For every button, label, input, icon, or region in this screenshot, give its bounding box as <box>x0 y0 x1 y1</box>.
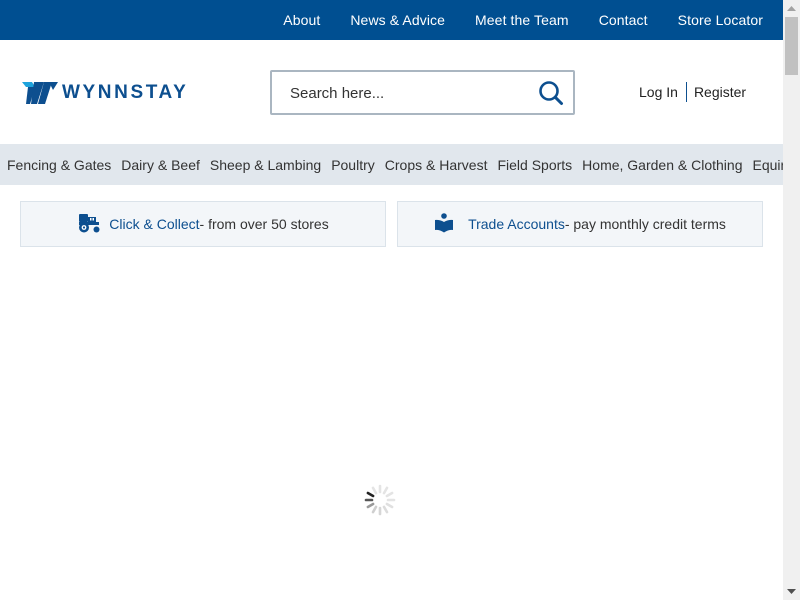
utility-nav: About News & Advice Meet the Team Contac… <box>253 0 763 40</box>
scrollbar-thumb[interactable] <box>785 17 798 75</box>
promo-click-collect[interactable]: Click & Collect - from over 50 stores <box>20 201 386 247</box>
utility-link-contact[interactable]: Contact <box>599 12 648 28</box>
scroll-down-button[interactable] <box>783 583 800 600</box>
vertical-scrollbar[interactable] <box>783 0 800 600</box>
category-fencing-gates[interactable]: Fencing & Gates <box>7 157 111 173</box>
top-utility-bar: About News & Advice Meet the Team Contac… <box>0 0 783 40</box>
click-collect-desc: - from over 50 stores <box>199 216 329 232</box>
utility-link-store-locator[interactable]: Store Locator <box>678 12 763 28</box>
search-input[interactable] <box>290 81 530 105</box>
category-poultry[interactable]: Poultry <box>331 157 375 173</box>
scroll-up-button[interactable] <box>783 0 800 17</box>
category-home-garden-clothing[interactable]: Home, Garden & Clothing <box>582 157 742 173</box>
search-button[interactable] <box>537 79 565 107</box>
trade-accounts-link[interactable]: Trade Accounts <box>468 216 565 232</box>
search-icon <box>539 81 563 105</box>
category-equine[interactable]: Equine <box>752 157 783 173</box>
promo-trade-accounts[interactable]: Trade Accounts - pay monthly credit term… <box>397 201 763 247</box>
category-sheep-lambing[interactable]: Sheep & Lambing <box>210 157 321 173</box>
account-links: Log In Register <box>639 82 746 102</box>
site-header: WYNNSTAY Log In Register <box>0 40 783 144</box>
login-link[interactable]: Log In <box>639 84 678 100</box>
account-divider <box>685 82 687 102</box>
utility-link-news-advice[interactable]: News & Advice <box>350 12 445 28</box>
site-logo[interactable]: WYNNSTAY <box>22 81 188 105</box>
arrow-down-icon <box>787 589 796 594</box>
category-field-sports[interactable]: Field Sports <box>497 157 572 173</box>
logo-text: WYNNSTAY <box>62 82 189 103</box>
loading-spinner-icon <box>364 484 396 516</box>
register-link[interactable]: Register <box>694 84 746 100</box>
reader-icon <box>434 212 454 236</box>
logo-mark-icon <box>22 82 58 104</box>
page: About News & Advice Meet the Team Contac… <box>0 0 783 600</box>
loading-spinner <box>362 482 398 518</box>
search-box <box>270 70 575 115</box>
utility-link-about[interactable]: About <box>283 12 320 28</box>
trade-accounts-desc: - pay monthly credit terms <box>564 216 726 232</box>
category-crops-harvest[interactable]: Crops & Harvest <box>385 157 488 173</box>
arrow-up-icon <box>787 6 796 11</box>
tractor-icon <box>77 213 101 236</box>
category-nav: Fencing & Gates Dairy & Beef Sheep & Lam… <box>0 144 783 185</box>
category-dairy-beef[interactable]: Dairy & Beef <box>121 157 200 173</box>
click-collect-link[interactable]: Click & Collect <box>109 216 199 232</box>
utility-link-meet-the-team[interactable]: Meet the Team <box>475 12 569 28</box>
